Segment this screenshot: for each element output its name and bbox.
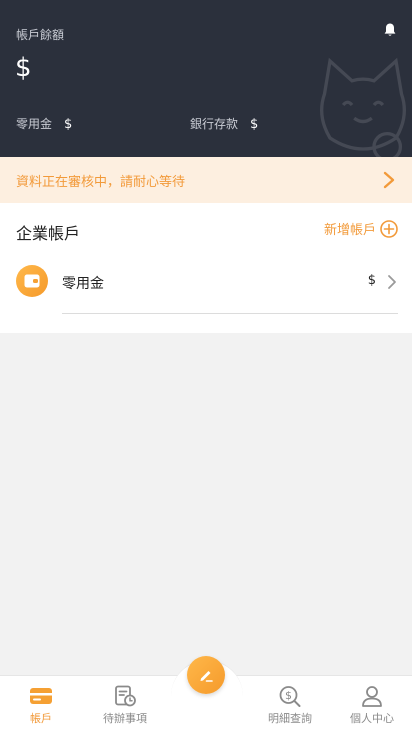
svg-text:$: $ bbox=[285, 689, 292, 702]
accounts-card: 企業帳戶 新增帳戶 零用金 $ bbox=[0, 203, 412, 333]
petty-cash-value: $ bbox=[64, 117, 73, 132]
wallet-icon bbox=[16, 265, 48, 297]
accounts-title: 企業帳戶 bbox=[16, 224, 81, 243]
tab-label: 待辦事項 bbox=[103, 712, 147, 725]
account-header: 帳戶餘額 $ 零用金 $ 銀行存款 $ bbox=[0, 0, 412, 157]
bell-icon[interactable] bbox=[382, 22, 398, 38]
search-dollar-icon: $ bbox=[279, 686, 301, 707]
petty-cash-label: 零用金 bbox=[16, 117, 53, 131]
tab-label: 明細查詢 bbox=[268, 712, 312, 725]
add-account-button[interactable]: 新增帳戶 bbox=[324, 219, 398, 238]
tab-todo[interactable]: 待辦事項 bbox=[84, 676, 166, 735]
add-account-label: 新增帳戶 bbox=[323, 223, 376, 238]
tab-profile[interactable]: 個人中心 bbox=[331, 676, 412, 735]
pencil-icon bbox=[200, 671, 213, 682]
bank-deposit-stat: 銀行存款 $ bbox=[190, 115, 258, 132]
petty-cash-stat: 零用金 $ bbox=[16, 115, 72, 132]
account-amount: $ bbox=[367, 273, 376, 288]
balance-value: $ bbox=[15, 53, 32, 83]
tab-label: 帳戶 bbox=[30, 712, 52, 725]
plus-circle-icon bbox=[380, 219, 398, 238]
tab-label: 個人中心 bbox=[350, 712, 394, 725]
chevron-right-icon bbox=[388, 275, 396, 289]
user-icon bbox=[362, 686, 382, 707]
notice-text: 資料正在審核中，請耐心等待 bbox=[16, 174, 186, 190]
cat-icon bbox=[320, 57, 406, 157]
tab-account[interactable]: 帳戶 bbox=[0, 676, 82, 735]
tab-details[interactable]: $ 明細查詢 bbox=[249, 676, 331, 735]
chevron-right-icon bbox=[383, 171, 395, 189]
todo-icon bbox=[115, 685, 136, 707]
compose-button[interactable] bbox=[187, 656, 225, 694]
balance-label: 帳戶餘額 bbox=[16, 28, 65, 42]
review-notice[interactable]: 資料正在審核中，請耐心等待 bbox=[0, 157, 412, 203]
card-icon bbox=[30, 688, 52, 704]
account-name: 零用金 bbox=[62, 276, 104, 292]
bank-deposit-value: $ bbox=[250, 117, 259, 132]
account-row-petty-cash[interactable]: 零用金 $ bbox=[0, 261, 412, 313]
row-divider bbox=[62, 313, 398, 314]
bank-deposit-label: 銀行存款 bbox=[190, 117, 239, 131]
